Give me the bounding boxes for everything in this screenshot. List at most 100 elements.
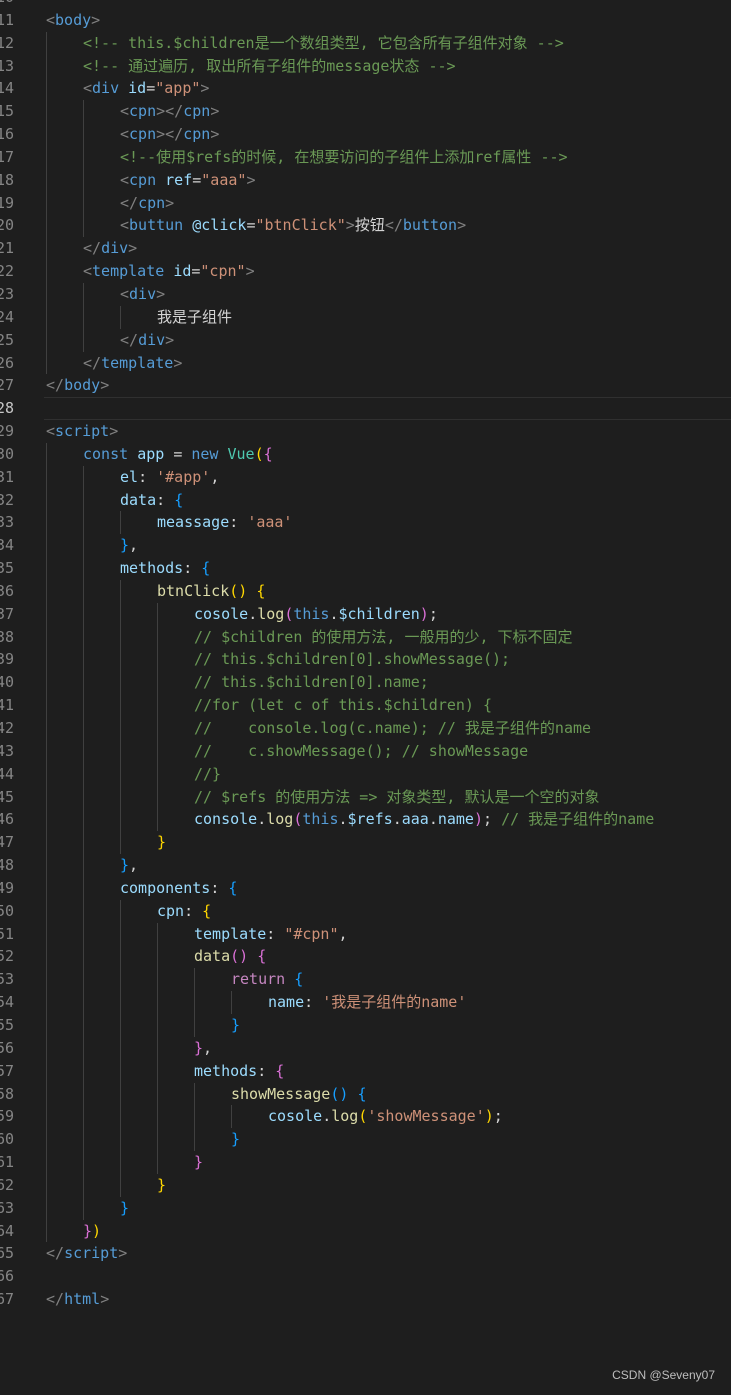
code-line[interactable]: 15 <cpn></cpn> — [0, 100, 731, 124]
code-line[interactable]: 18 <cpn ref="aaa"> — [0, 168, 731, 192]
indent-guide — [83, 1173, 84, 1197]
code-text: btnClick() { — [157, 580, 731, 603]
code-line[interactable]: 28 — [0, 397, 731, 420]
code-line[interactable]: 33 meassage: 'aaa' — [0, 511, 731, 535]
code-line[interactable]: 23 <div> — [0, 282, 731, 306]
line-number: 44 — [0, 764, 14, 783]
code-line[interactable]: 41 //for (let c of this.$children) { — [0, 694, 731, 717]
code-line[interactable]: 22 <template id="cpn"> — [0, 260, 731, 283]
code-line[interactable]: 17 <!--使用$refs的时候, 在想要访问的子组件上添加ref属性 --> — [0, 145, 731, 169]
code-line[interactable]: 37 cosole.log(this.$children); — [0, 602, 731, 626]
indent-guide — [120, 1059, 121, 1083]
indent-guide — [83, 785, 84, 809]
code-line[interactable]: 42 // console.log(c.name); // 我是子组件的name — [0, 717, 731, 740]
code-line[interactable]: 31 el: '#app', — [0, 465, 731, 489]
code-token: <!--使用$refs的时候, 在想要访问的子组件上添加ref属性 --> — [120, 147, 568, 166]
code-token: , — [129, 856, 139, 875]
code-line[interactable]: 36 btnClick() { — [0, 579, 731, 603]
code-line[interactable]: 47} — [0, 831, 731, 855]
code-line[interactable]: 44 //} — [0, 762, 731, 786]
code-line[interactable]: 40 // this.$children[0].name; — [0, 671, 731, 695]
code-line[interactable]: 20 <buttun @click="btnClick">按钮</button> — [0, 214, 731, 238]
indent-guide — [83, 694, 84, 717]
code-line[interactable]: 55} — [0, 1013, 731, 1037]
code-token: : — [257, 1061, 276, 1080]
code-line[interactable]: 50 cpn: { — [0, 899, 731, 923]
code-line[interactable]: 10 — [0, 0, 731, 9]
indent-guide — [120, 1036, 121, 1060]
code-line[interactable]: 32 data: { — [0, 488, 731, 512]
code-line[interactable]: 53 return { — [0, 968, 731, 992]
code-token: > — [156, 284, 166, 303]
code-line[interactable]: 51 template: "#cpn", — [0, 922, 731, 946]
code-line[interactable]: 43 // c.showMessage(); // showMessage — [0, 739, 731, 763]
code-line[interactable]: 30 const app = new Vue({ — [0, 442, 731, 466]
code-line[interactable]: 48}, — [0, 854, 731, 877]
code-line[interactable]: 39 // this.$children[0].showMessage(); — [0, 648, 731, 672]
code-token: components — [120, 878, 211, 897]
code-token: { — [202, 901, 212, 920]
code-token: button — [402, 216, 458, 235]
indent-guide — [83, 602, 84, 626]
code-line[interactable]: 46 console.log(this.$refs.aaa.name); // 我… — [0, 808, 731, 832]
code-line[interactable]: 11 <body> — [0, 9, 731, 32]
code-line[interactable]: 25 </div> — [0, 328, 731, 352]
code-token: () — [230, 947, 249, 966]
code-token: app — [137, 444, 165, 463]
code-token: 'aaa' — [247, 513, 293, 532]
indent-guide — [46, 1219, 47, 1243]
code-line[interactable]: 61} — [0, 1151, 731, 1174]
code-line[interactable]: 60} — [0, 1128, 731, 1152]
code-token: cpn — [183, 102, 211, 121]
code-line[interactable]: 59 cosole.log('showMessage'); — [0, 1105, 731, 1129]
code-token: = — [146, 79, 156, 98]
code-line[interactable]: 24 我是子组件 — [0, 305, 731, 329]
code-token: { — [357, 1084, 367, 1103]
code-line[interactable]: 16 <cpn></cpn> — [0, 123, 731, 146]
code-token: < — [120, 216, 130, 235]
line-number: 31 — [0, 467, 14, 486]
line-number: 20 — [0, 216, 14, 235]
code-line[interactable]: 54 name: '我是子组件的name' — [0, 991, 731, 1014]
indent-guide — [46, 671, 47, 695]
code-line[interactable]: 14 <div id="app"> — [0, 77, 731, 101]
line-number: 45 — [0, 787, 14, 806]
indent-guide — [46, 1036, 47, 1060]
code-line[interactable]: 62} — [0, 1173, 731, 1197]
code-line[interactable]: 67 </html> — [0, 1288, 731, 1311]
indent-guide — [120, 1173, 121, 1197]
code-line[interactable]: 26 </template> — [0, 351, 731, 375]
code-line[interactable]: 65 </script> — [0, 1242, 731, 1265]
code-token: () — [330, 1084, 349, 1103]
code-line[interactable]: 13 <!-- 通过遍历, 取出所有子组件的message状态 --> — [0, 54, 731, 78]
code-line[interactable]: 63} — [0, 1196, 731, 1220]
indent-guide — [120, 694, 121, 717]
code-token: () — [229, 581, 248, 600]
code-line[interactable]: 58 showMessage() { — [0, 1082, 731, 1106]
indent-guide — [194, 991, 195, 1014]
code-token: // this.$children[0].name; — [194, 673, 429, 692]
code-line[interactable]: 64}) — [0, 1219, 731, 1243]
code-line[interactable]: 38 // $children 的使用方法, 一般用的少, 下标不固定 — [0, 625, 731, 649]
code-line[interactable]: 27 </body> — [0, 374, 731, 397]
code-line[interactable]: 19 </cpn> — [0, 191, 731, 215]
code-line[interactable]: 34}, — [0, 534, 731, 558]
code-token: < — [83, 262, 93, 281]
code-token: '我是子组件的name' — [322, 993, 467, 1012]
code-editor[interactable]: 1011<body>12<!-- this.$children是一个数组类型, … — [0, 0, 731, 1311]
code-line[interactable]: 66 — [0, 1265, 731, 1288]
line-number: 35 — [0, 559, 14, 578]
code-token: < — [120, 170, 130, 189]
code-line[interactable]: 56}, — [0, 1036, 731, 1060]
code-token: > — [200, 79, 210, 98]
code-line[interactable]: 29 <script> — [0, 420, 731, 443]
code-line[interactable]: 21 </div> — [0, 237, 731, 261]
code-line[interactable]: 12 <!-- this.$children是一个数组类型, 它包含所有子组件对象… — [0, 31, 731, 55]
code-line[interactable]: 52 data() { — [0, 945, 731, 969]
code-token: body — [64, 376, 101, 395]
indent-guide — [46, 1173, 47, 1197]
code-line[interactable]: 35 methods: { — [0, 557, 731, 580]
code-line[interactable]: 45 // $refs 的使用方法 => 对象类型, 默认是一个空的对象 — [0, 785, 731, 809]
code-line[interactable]: 49 components: { — [0, 876, 731, 900]
code-line[interactable]: 57 methods: { — [0, 1059, 731, 1083]
